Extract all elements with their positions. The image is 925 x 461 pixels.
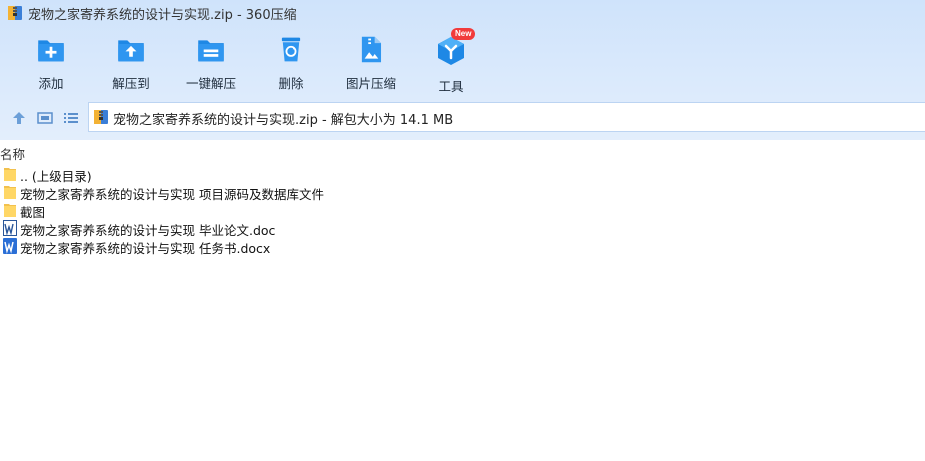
one-click-extract-label: 一键解压 (185, 76, 236, 91)
title-bar: 宠物之家寄养系统的设计与实现.zip - 360压缩 (0, 0, 925, 26)
word-docx-icon (3, 238, 17, 254)
window-chrome: 宠物之家寄养系统的设计与实现.zip - 360压缩 添加 解压到 一键解压 删… (0, 0, 925, 140)
one-click-extract-button[interactable]: 一键解压 (174, 30, 248, 92)
tools-label: 工具 (438, 79, 464, 94)
folder-icon (4, 168, 16, 181)
image-compress-icon (361, 36, 382, 63)
list-item[interactable]: 宠物之家寄养系统的设计与实现 项目源码及数据库文件 (0, 183, 925, 202)
add-button[interactable]: 添加 (14, 30, 88, 92)
extract-to-icon (118, 40, 144, 62)
zip-archive-icon (94, 110, 108, 124)
address-path: 宠物之家寄养系统的设计与实现.zip - 解包大小为 14.1 MB (113, 113, 454, 128)
image-compress-button[interactable]: 图片压缩 (334, 30, 408, 92)
list-view-icon[interactable] (62, 109, 80, 127)
folder-icon (4, 186, 16, 199)
file-name: 宠物之家寄养系统的设计与实现 任务书.docx (20, 241, 271, 256)
image-compress-label: 图片压缩 (345, 76, 396, 91)
new-badge: New (451, 28, 476, 40)
window-title: 宠物之家寄养系统的设计与实现.zip - 360压缩 (28, 8, 297, 23)
word-doc-icon (3, 220, 17, 236)
list-item[interactable]: 宠物之家寄养系统的设计与实现 毕业论文.doc (0, 219, 925, 238)
delete-label: 删除 (278, 76, 304, 91)
thumbnail-view-icon[interactable] (36, 109, 54, 127)
extract-to-button[interactable]: 解压到 (94, 30, 168, 92)
list-item[interactable]: .. (上级目录) (0, 165, 925, 184)
main-toolbar: 添加 解压到 一键解压 删除 图片压缩 New 工具 (0, 28, 925, 94)
column-header: 名称 (0, 140, 925, 162)
folder-icon (4, 204, 16, 217)
list-item[interactable]: 宠物之家寄养系统的设计与实现 任务书.docx (0, 237, 925, 256)
up-arrow-icon[interactable] (10, 109, 28, 127)
list-item[interactable]: 截图 (0, 201, 925, 220)
tools-button[interactable]: New 工具 (414, 28, 488, 94)
recycle-delete-icon (281, 37, 301, 62)
one-click-extract-icon (198, 40, 224, 62)
delete-button[interactable]: 删除 (254, 30, 328, 92)
add-label: 添加 (38, 76, 64, 91)
add-folder-icon (38, 40, 64, 62)
column-name-header[interactable]: 名称 (0, 144, 25, 163)
extract-to-label: 解压到 (112, 76, 150, 91)
address-bar[interactable]: 宠物之家寄养系统的设计与实现.zip - 解包大小为 14.1 MB (88, 102, 925, 132)
zip-archive-icon (8, 6, 22, 20)
